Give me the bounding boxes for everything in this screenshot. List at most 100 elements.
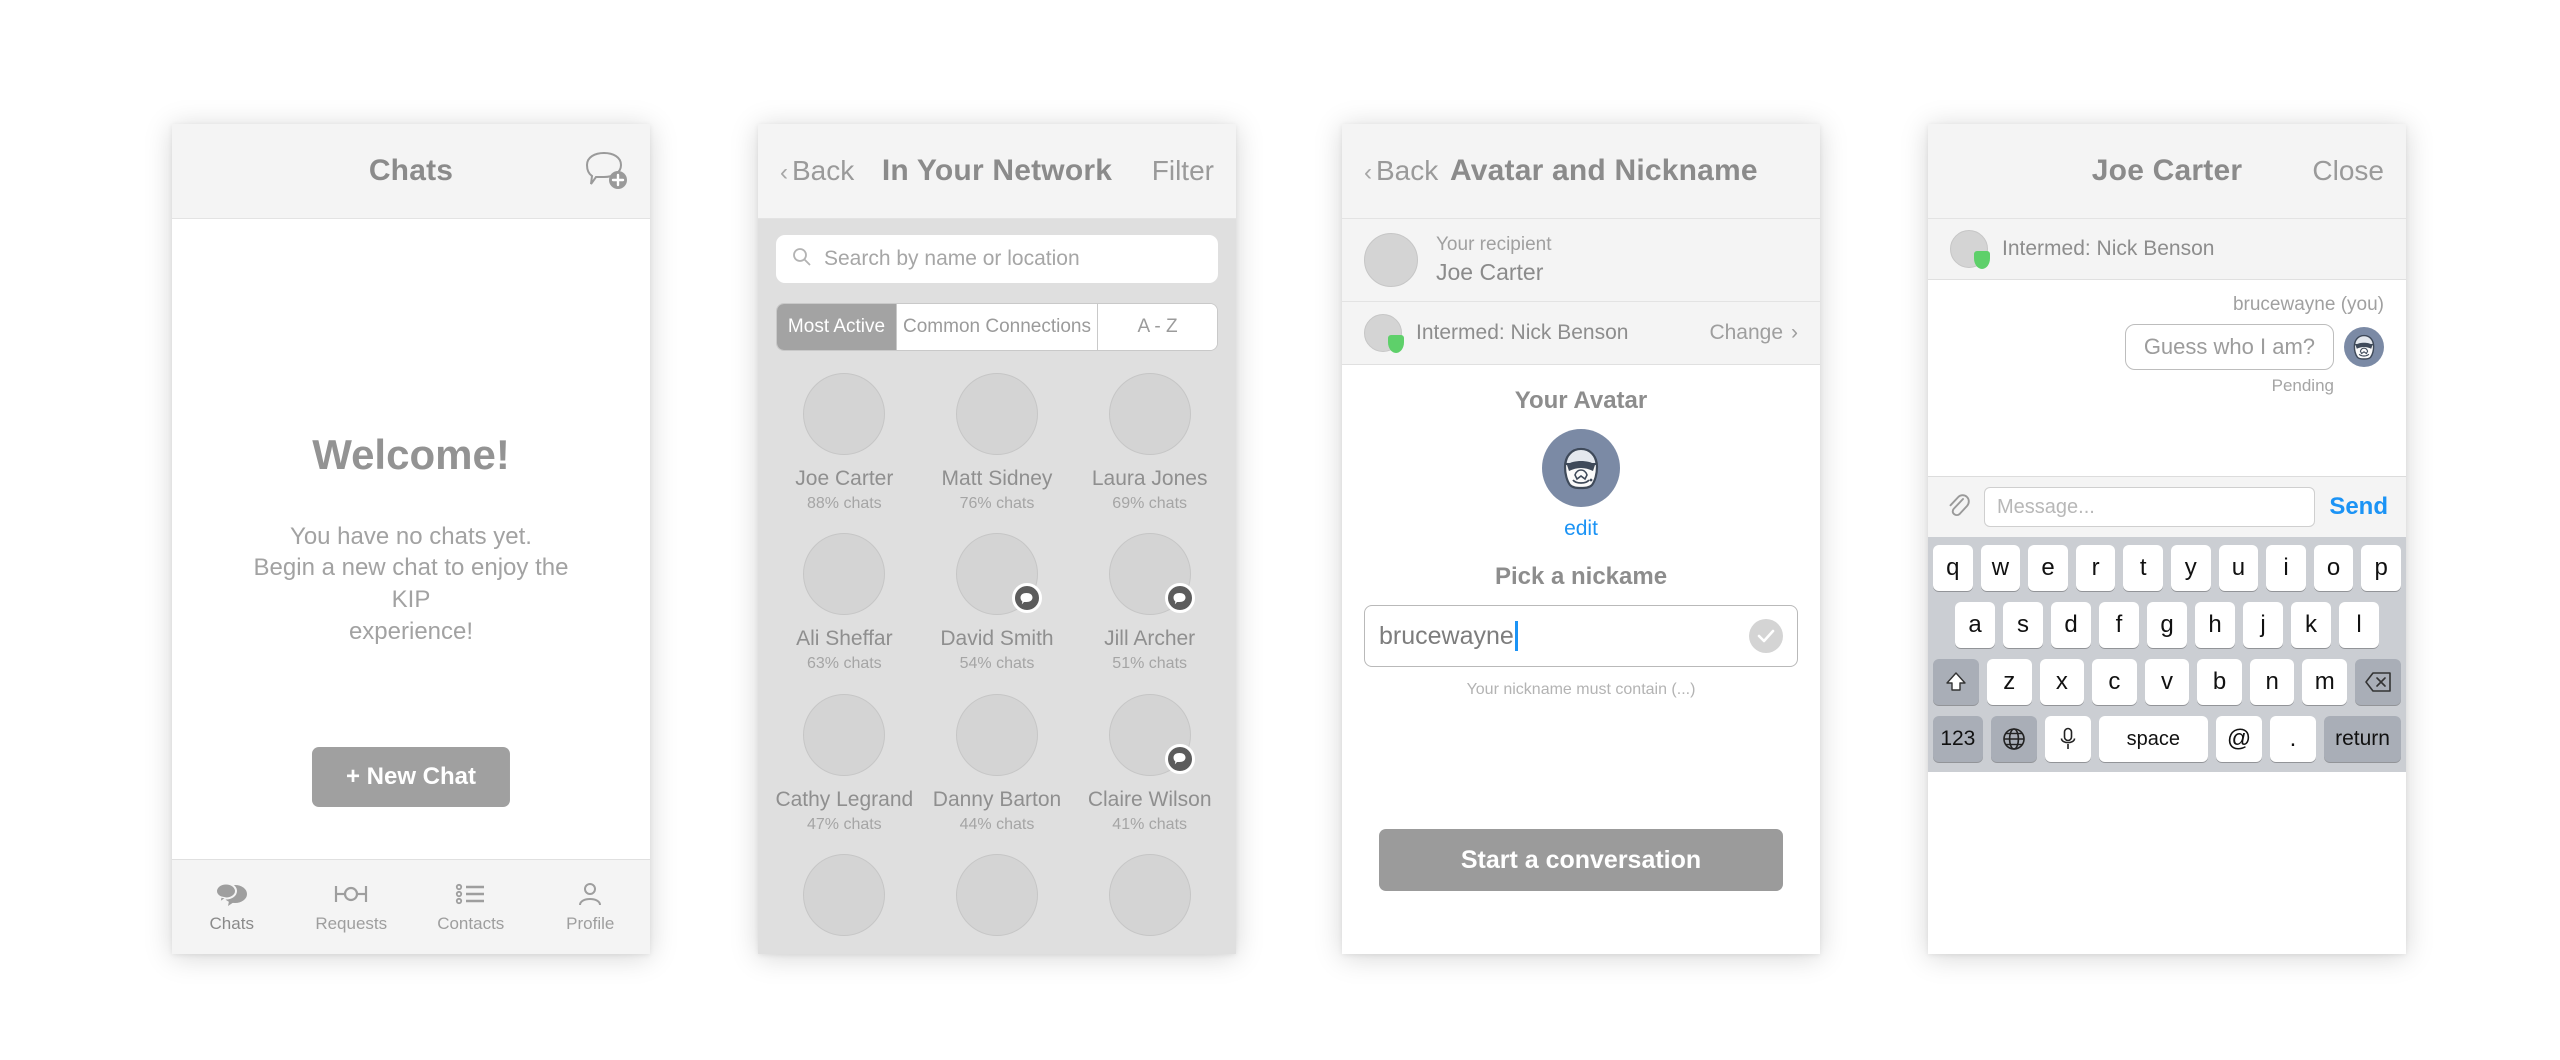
key-e[interactable]: e <box>2028 545 2068 591</box>
person-name: Joe Carter <box>795 467 894 490</box>
person-card[interactable]: David Smith 54% chats <box>921 533 1074 673</box>
person-card[interactable]: Danny Barton 44% chats <box>921 693 1074 834</box>
chat-bubbles-icon <box>214 881 249 907</box>
key-x[interactable]: x <box>2039 659 2085 705</box>
key-v[interactable]: v <box>2144 659 2190 705</box>
key-period[interactable]: . <box>2270 716 2316 762</box>
filter-button[interactable]: Filter <box>1152 155 1214 187</box>
intermediary-label: Intermed: Nick Benson <box>2002 237 2215 260</box>
person-name: Danny Barton <box>932 787 1062 811</box>
key-r[interactable]: r <box>2075 545 2116 591</box>
person-card[interactable]: Laura Jones 69% chats <box>1073 373 1226 513</box>
page-title: Avatar and Nickname <box>1450 154 1758 187</box>
person-stat: 51% chats <box>1112 655 1188 673</box>
back-button[interactable]: ‹ Back <box>780 155 854 187</box>
key-y[interactable]: y <box>2171 545 2211 591</box>
change-intermediary-button[interactable]: Change › <box>1709 321 1798 345</box>
person-card-partial[interactable] <box>768 853 921 936</box>
key-o[interactable]: o <box>2313 545 2354 591</box>
phone3-navbar: ‹ Back Avatar and Nickname <box>1342 124 1820 219</box>
shift-icon[interactable] <box>1932 659 1979 705</box>
key-space[interactable]: space <box>2098 716 2208 762</box>
key-p[interactable]: p <box>2361 545 2401 591</box>
globe-icon[interactable] <box>1990 716 2037 762</box>
key-g[interactable]: g <box>2147 602 2187 648</box>
chat-badge-icon <box>1011 583 1042 614</box>
microphone-icon[interactable] <box>2044 716 2091 762</box>
backspace-icon[interactable] <box>2355 659 2402 705</box>
key-z[interactable]: z <box>1986 659 2032 705</box>
key-t[interactable]: t <box>2123 545 2163 591</box>
segment-most-active[interactable]: Most Active <box>777 304 898 350</box>
message-placeholder: Message... <box>1997 495 2095 518</box>
avatar-preview[interactable] <box>1342 429 1820 507</box>
key-u[interactable]: u <box>2218 545 2259 591</box>
key-m[interactable]: m <box>2302 659 2348 705</box>
tab-contacts[interactable]: Contacts <box>411 881 531 934</box>
bottom-tab-bar: Chats Requests Contacts Profile <box>172 859 650 954</box>
key-w[interactable]: w <box>1980 545 2021 591</box>
tab-label: Profile <box>566 913 615 933</box>
person-card-partial[interactable] <box>921 853 1074 936</box>
new-chat-button[interactable]: + New Chat <box>311 747 511 807</box>
segment-common-connections[interactable]: Common Connections <box>897 304 1098 350</box>
phone1-navbar: Chats <box>172 124 650 219</box>
key-d[interactable]: d <box>2051 602 2091 648</box>
tab-requests[interactable]: Requests <box>292 881 412 934</box>
phone3-body: Your Avatar edit Pick a nickame bruceway… <box>1342 365 1820 953</box>
phone-screen-avatar-nickname: ‹ Back Avatar and Nickname Your recipient… <box>1342 124 1820 954</box>
message-input[interactable]: Message... <box>1984 487 2316 527</box>
key-f[interactable]: f <box>2099 602 2139 648</box>
key-h[interactable]: h <box>2195 602 2235 648</box>
person-card[interactable]: Joe Carter 88% chats <box>768 373 921 513</box>
stormtrooper-avatar-icon <box>2344 327 2384 367</box>
search-placeholder: Search by name or location <box>824 247 1080 270</box>
phone-screen-network: ‹ Back In Your Network Filter Search by n… <box>758 124 1236 954</box>
close-button[interactable]: Close <box>2312 155 2384 187</box>
key-i[interactable]: i <box>2266 545 2306 591</box>
key-c[interactable]: c <box>2092 659 2137 705</box>
key-a[interactable]: a <box>1955 602 1995 648</box>
key-q[interactable]: q <box>1933 545 1973 591</box>
person-card[interactable]: Ali Sheffar 63% chats <box>768 533 921 673</box>
nickname-input[interactable]: brucewayne <box>1364 605 1798 667</box>
key-at[interactable]: @ <box>2216 716 2262 762</box>
intermediary-label: Intermed: Nick Benson <box>1416 321 1629 344</box>
person-card[interactable]: Cathy Legrand 47% chats <box>768 693 921 834</box>
person-card[interactable]: Claire Wilson 41% chats <box>1073 693 1226 834</box>
requests-link-icon <box>333 881 369 907</box>
start-conversation-button[interactable]: Start a conversation <box>1379 829 1783 891</box>
key-numbers[interactable]: 123 <box>1933 716 1983 762</box>
paperclip-icon[interactable] <box>1946 492 1970 523</box>
person-card[interactable]: Jill Archer 51% chats <box>1073 533 1226 673</box>
recipient-label: Your recipient <box>1436 234 1552 255</box>
message-sender: brucewayne (you) <box>2232 294 2384 315</box>
search-input[interactable]: Search by name or location <box>776 235 1218 283</box>
send-button[interactable]: Send <box>2329 493 2388 521</box>
chevron-left-icon: ‹ <box>780 159 788 186</box>
key-n[interactable]: n <box>2249 659 2295 705</box>
person-card[interactable]: Matt Sidney 76% chats <box>921 373 1074 513</box>
key-k[interactable]: k <box>2291 602 2331 648</box>
key-return[interactable]: return <box>2324 716 2402 762</box>
chat-badge-icon <box>1164 743 1195 774</box>
sort-segmented-control: Most Active Common Connections A - Z <box>776 303 1218 351</box>
segment-a-z[interactable]: A - Z <box>1098 304 1217 350</box>
person-card-partial[interactable] <box>1073 853 1226 936</box>
key-l[interactable]: l <box>2339 602 2379 648</box>
keyboard-row-1: q w e r t y u i o p <box>1933 545 2401 591</box>
key-b[interactable]: b <box>2197 659 2242 705</box>
chevron-left-icon: ‹ <box>1364 159 1372 186</box>
recipient-text: Your recipient Joe Carter <box>1436 234 1551 286</box>
tab-profile[interactable]: Profile <box>531 881 651 934</box>
people-grid: Joe Carter 88% chats Matt Sidney 76% cha… <box>758 351 1236 936</box>
text-caret <box>1514 621 1518 651</box>
avatar <box>803 693 886 776</box>
key-s[interactable]: s <box>2003 602 2043 648</box>
back-button[interactable]: ‹ Back <box>1364 155 1438 187</box>
new-chat-bubble-icon[interactable] <box>582 151 628 191</box>
tab-chats[interactable]: Chats <box>172 881 292 934</box>
edit-avatar-link[interactable]: edit <box>1342 517 1820 541</box>
key-j[interactable]: j <box>2243 602 2283 648</box>
intermediary-row[interactable]: Intermed: Nick Benson Change › <box>1342 302 1820 365</box>
